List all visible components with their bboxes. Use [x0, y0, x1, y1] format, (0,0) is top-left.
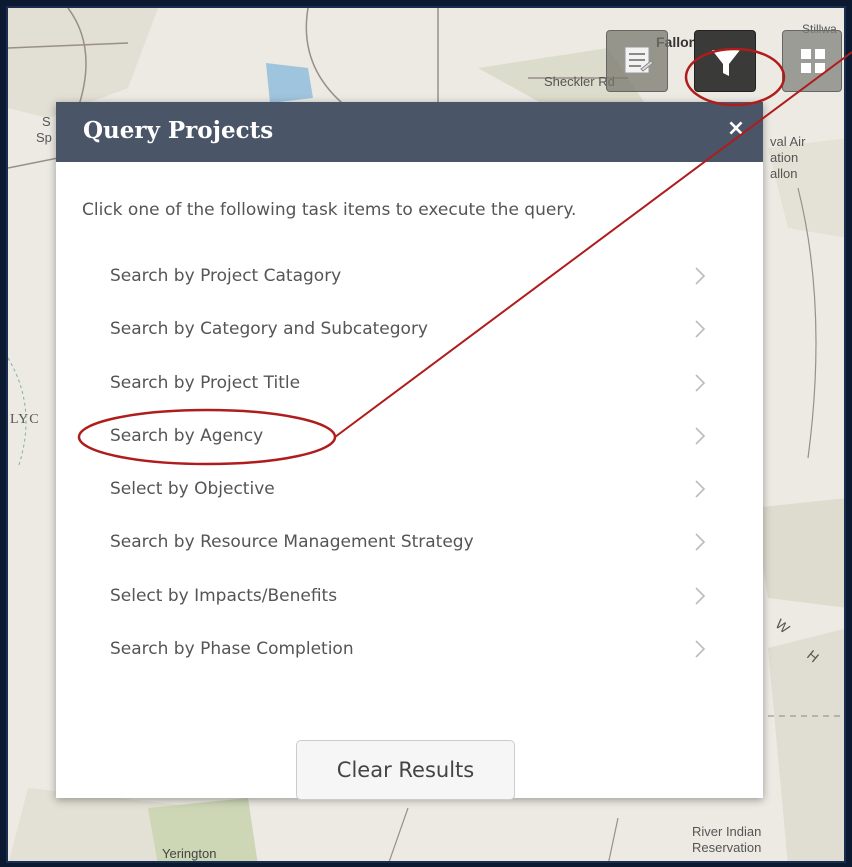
map-label-naval-air-1: val Air [770, 134, 806, 149]
task-label: Search by Project Catagory [110, 266, 342, 286]
task-item-phase-completion[interactable]: Search by Phase Completion [56, 625, 763, 678]
chevron-right-icon [695, 587, 706, 605]
clear-results-button[interactable]: Clear Results [296, 740, 515, 800]
table-icon [624, 46, 654, 74]
task-label: Search by Project Title [110, 372, 301, 393]
query-projects-panel: Query Projects × Click one of the follow… [56, 102, 763, 800]
chevron-right-icon [695, 533, 706, 552]
task-label: Search by Agency [110, 425, 264, 446]
task-label: Select by Objective [110, 479, 275, 500]
grid-icon [801, 49, 825, 73]
panel-instructions: Click one of the following task items to… [82, 200, 577, 220]
task-item-agency[interactable]: Search by Agency [56, 412, 763, 465]
panel-header: Query Projects × [56, 102, 763, 162]
map-label-left-sp: Sp [36, 130, 52, 145]
map-label-river-indian-1: River Indian [692, 824, 762, 839]
task-item-objective[interactable]: Select by Objective [56, 465, 763, 518]
attribute-table-button[interactable] [606, 30, 668, 92]
task-item-impacts-benefits[interactable]: Select by Impacts/Benefits [56, 572, 763, 625]
chevron-right-icon [695, 480, 706, 498]
chevron-right-icon [695, 374, 706, 392]
query-filter-button[interactable] [694, 30, 756, 92]
map-label-lyon: LYC [10, 412, 40, 427]
task-label: Search by Category and Subcategory [110, 319, 428, 340]
chevron-right-icon [695, 267, 706, 285]
chevron-right-icon [695, 320, 706, 338]
chevron-right-icon [695, 640, 706, 658]
map-label-sheckler: Sheckler Rd [544, 74, 615, 89]
task-list: Search by Project Catagory Search by Cat… [56, 252, 763, 678]
basemap-gallery-button[interactable] [782, 30, 842, 92]
task-label: Search by Phase Completion [110, 639, 354, 660]
map-label-left-s: S [42, 114, 51, 129]
task-label: Search by Resource Management Strategy [110, 532, 474, 553]
task-item-project-category[interactable]: Search by Project Catagory [56, 252, 763, 305]
map-label-yerington: Yerington [162, 846, 217, 861]
map-label-river-indian-2: Reservation [692, 840, 762, 855]
task-label: Select by Impacts/Benefits [110, 585, 338, 606]
task-item-project-title[interactable]: Search by Project Title [56, 359, 763, 412]
close-button[interactable]: × [723, 116, 749, 142]
task-item-category-subcategory[interactable]: Search by Category and Subcategory [56, 305, 763, 358]
task-item-resource-management-strategy[interactable]: Search by Resource Management Strategy [56, 518, 763, 571]
chevron-right-icon [695, 427, 706, 445]
map-label-naval-air-3: allon [770, 166, 798, 181]
panel-title: Query Projects [83, 117, 274, 144]
filter-icon [712, 50, 740, 76]
map-label-naval-air-2: ation [770, 150, 799, 165]
